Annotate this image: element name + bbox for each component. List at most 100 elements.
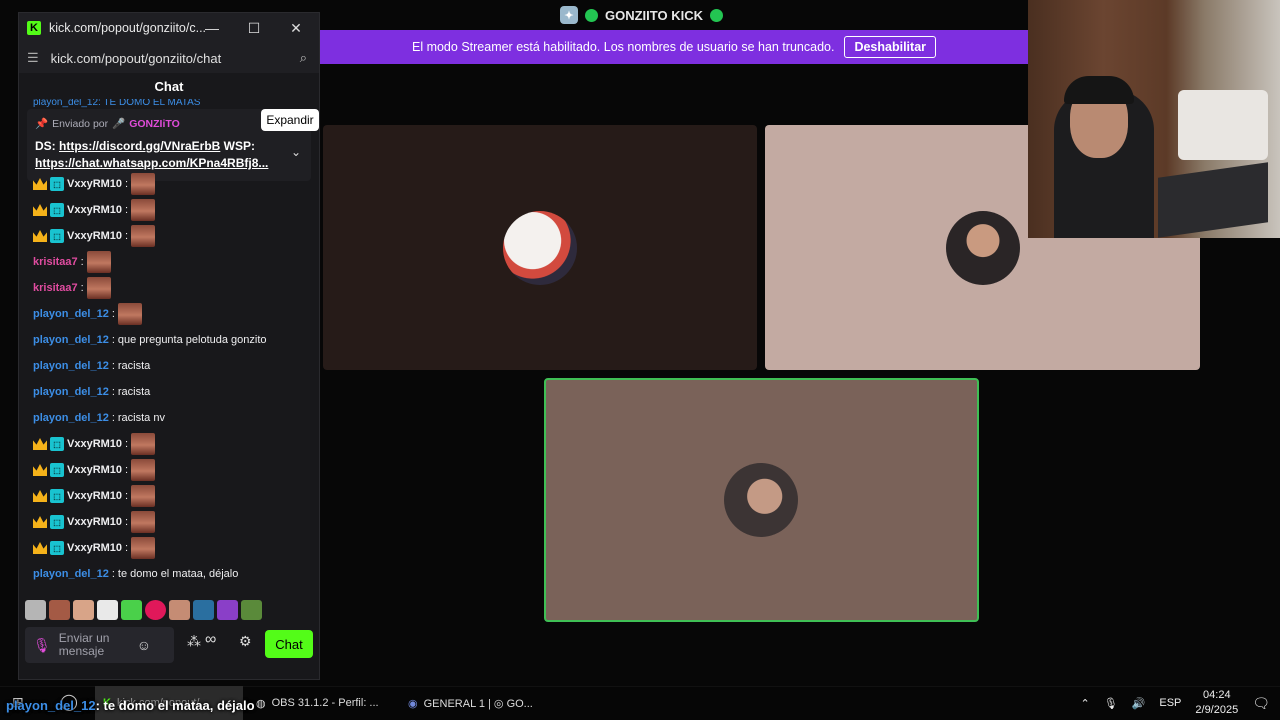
expand-tooltip: Expandir xyxy=(261,109,319,131)
chat-username[interactable]: playon_del_12 xyxy=(33,334,109,346)
emote-icon[interactable] xyxy=(193,600,214,620)
whatsapp-link[interactable]: https://chat.whatsapp.com/KPna4RBfj8... xyxy=(35,156,268,170)
emote-icon[interactable] xyxy=(97,600,118,620)
chat-popout-window: K kick.com/popout/gonziito/c... — ☐ ✕ ☰ … xyxy=(18,12,320,680)
search-icon[interactable]: ⌕ xyxy=(300,50,307,66)
crown-badge-icon xyxy=(33,230,47,242)
chat-message[interactable]: ⬚ VxxyRM10: xyxy=(33,485,156,507)
chat-message[interactable]: ⬚ VxxyRM10: xyxy=(33,173,156,195)
chat-message[interactable]: ⬚ VxxyRM10: xyxy=(33,537,156,559)
send-chat-button[interactable]: Chat xyxy=(265,630,313,658)
chat-message[interactable]: playon_del_12: te domo el mataa, déjalo xyxy=(33,563,238,585)
taskbar-obs[interactable]: ◍ OBS 31.1.2 - Perfil: ... xyxy=(248,686,394,720)
emote-icon[interactable] xyxy=(131,199,156,221)
chat-separator: : xyxy=(111,568,115,580)
participant-avatar xyxy=(946,211,1020,285)
emote-icon[interactable] xyxy=(49,600,70,620)
chat-message[interactable]: krisitaa7: xyxy=(33,251,111,273)
chat-username[interactable]: playon_del_12 xyxy=(33,386,109,398)
chat-username[interactable]: VxxyRM10 xyxy=(67,178,122,190)
chat-username[interactable]: VxxyRM10 xyxy=(67,542,122,554)
discord-icon: ◉ xyxy=(408,697,418,710)
emote-icon[interactable] xyxy=(86,277,111,299)
chat-username[interactable]: playon_del_12 xyxy=(33,360,109,372)
emote-icon[interactable] xyxy=(121,600,142,620)
chat-message[interactable]: playon_del_12: racista nv xyxy=(33,407,165,429)
chat-username[interactable]: VxxyRM10 xyxy=(67,438,122,450)
emote-icon[interactable] xyxy=(25,600,46,620)
chat-username[interactable]: VxxyRM10 xyxy=(67,204,122,216)
chat-message[interactable]: playon_del_12: que pregunta pelotuda gonz… xyxy=(33,329,267,351)
emote-icon[interactable] xyxy=(131,225,156,247)
language-indicator[interactable]: ESP xyxy=(1159,697,1181,709)
subscriber-badge-icon: ⬚ xyxy=(50,229,64,243)
minimize-button[interactable]: — xyxy=(191,13,233,43)
emote-icon[interactable] xyxy=(131,511,156,533)
chat-message[interactable]: ⬚ VxxyRM10: xyxy=(33,459,156,481)
emote-icon[interactable] xyxy=(217,600,238,620)
emote-icon[interactable] xyxy=(117,303,142,325)
emote-icon[interactable] xyxy=(73,600,94,620)
taskbar-discord[interactable]: ◉ GENERAL 1 | ◎ GO... xyxy=(400,686,546,720)
crown-badge-icon xyxy=(33,490,47,502)
chat-message-text: que pregunta pelotuda gonzito xyxy=(117,334,267,346)
emoji-icon[interactable]: ☺ xyxy=(137,638,151,652)
chat-message[interactable]: ⬚ VxxyRM10: xyxy=(33,199,156,221)
emote-icon[interactable] xyxy=(131,537,156,559)
chat-message[interactable]: playon_del_12: racista xyxy=(33,355,150,377)
chat-username[interactable]: playon_del_12 xyxy=(33,308,109,320)
chat-header: Chat xyxy=(154,79,184,94)
emote-icon[interactable] xyxy=(145,600,166,620)
points-icon[interactable]: ⁂ xyxy=(187,633,201,650)
discord-link[interactable]: https://discord.gg/VNraErbB xyxy=(59,139,220,153)
chat-message[interactable]: krisitaa7: xyxy=(33,277,111,299)
chevron-up-icon[interactable]: ⌃ xyxy=(1080,697,1089,710)
partial-message: playon_del_12: TE DOMO EL MATAS xyxy=(33,99,201,108)
emote-icon[interactable] xyxy=(131,485,156,507)
participant-tile-speaking[interactable] xyxy=(544,378,979,622)
clock-time: 04:24 xyxy=(1203,689,1231,701)
participant-tile-1[interactable] xyxy=(323,125,757,370)
chat-separator: : xyxy=(125,516,129,528)
chat-username[interactable]: krisitaa7 xyxy=(33,256,78,268)
emote-icon[interactable] xyxy=(131,459,156,481)
subscriber-badge-icon: ⬚ xyxy=(50,437,64,451)
chat-message[interactable]: playon_del_12: racista xyxy=(33,381,150,403)
notifications-icon[interactable]: 🗨 xyxy=(1252,695,1270,712)
chat-username[interactable]: playon_del_12 xyxy=(33,412,109,424)
participant-avatar xyxy=(724,463,798,537)
chat-username[interactable]: VxxyRM10 xyxy=(67,230,122,242)
site-settings-icon[interactable]: ☰ xyxy=(27,50,39,66)
emote-icon[interactable] xyxy=(131,173,156,195)
chat-message[interactable]: ⬚ VxxyRM10: xyxy=(33,433,156,455)
chat-message[interactable]: ⬚ VxxyRM10: xyxy=(33,225,156,247)
chat-input[interactable]: 🎙 Enviar un mensaje ☺ xyxy=(25,627,174,663)
mic-icon[interactable]: 🎙 xyxy=(33,638,51,652)
close-button[interactable]: ✕ xyxy=(275,13,317,43)
microphone-icon[interactable]: 🎙 xyxy=(1104,697,1118,710)
streamer-mode-banner: El modo Streamer está habilitado. Los no… xyxy=(320,30,1028,64)
chat-separator: : xyxy=(125,178,129,190)
chat-username[interactable]: playon_del_12 xyxy=(33,568,109,580)
disable-streamer-mode-button[interactable]: Deshabilitar xyxy=(844,36,937,58)
chat-separator: : xyxy=(125,464,129,476)
live-dot-icon xyxy=(585,8,598,22)
volume-icon[interactable]: 🔊 xyxy=(1132,697,1146,710)
maximize-button[interactable]: ☐ xyxy=(233,13,275,43)
chat-username[interactable]: krisitaa7 xyxy=(33,282,78,294)
emote-icon[interactable] xyxy=(169,600,190,620)
chat-username[interactable]: VxxyRM10 xyxy=(67,464,122,476)
live-dot-icon xyxy=(709,8,723,22)
clock[interactable]: 04:24 2/9/2025 xyxy=(1195,688,1238,718)
address-bar[interactable]: ☰ kick.com/popout/gonziito/chat ⌕ xyxy=(19,43,319,73)
pin-icon: 📌 xyxy=(35,118,49,130)
gear-icon[interactable]: ⚙ xyxy=(239,633,252,650)
emote-icon[interactable] xyxy=(241,600,262,620)
chat-username[interactable]: VxxyRM10 xyxy=(67,516,122,528)
emote-icon[interactable] xyxy=(131,433,156,455)
emote-icon[interactable] xyxy=(86,251,111,273)
chat-username[interactable]: VxxyRM10 xyxy=(67,490,122,502)
chevron-down-icon[interactable]: ⌄ xyxy=(291,145,301,159)
chat-message[interactable]: playon_del_12: xyxy=(33,303,142,325)
chat-message[interactable]: ⬚ VxxyRM10: xyxy=(33,511,156,533)
